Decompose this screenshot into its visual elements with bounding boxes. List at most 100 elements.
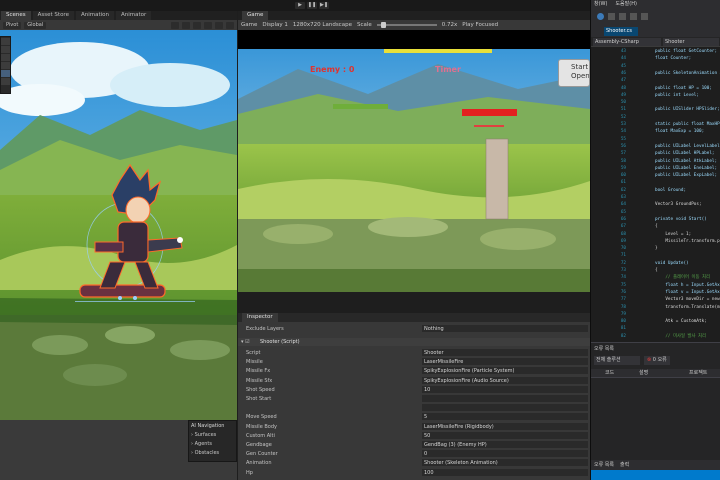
inspector-field-value[interactable]: 100 <box>422 468 588 476</box>
global-dropdown[interactable]: Global <box>24 21 47 29</box>
inspector-field-label: Missile Sfx <box>246 377 273 384</box>
inspector-field-value[interactable]: 5 <box>422 413 588 421</box>
scene-2d-toggle[interactable] <box>171 21 179 29</box>
col-description[interactable]: 설명 <box>639 369 648 378</box>
vs-save-icon[interactable] <box>608 13 615 20</box>
vs-class-dropdown[interactable]: Shooter <box>663 38 719 46</box>
exclude-layers-label: Exclude Layers <box>246 326 284 332</box>
tab-scenes[interactable]: Scenes <box>1 11 31 20</box>
inspector-field-value[interactable]: LaserMissileFire <box>422 358 588 366</box>
game-view[interactable]: Enemy : 0 Timer Start Open <box>238 30 590 292</box>
ai-nav-obstacles[interactable]: › Obstacles <box>191 449 234 458</box>
hand-tool-icon[interactable] <box>1 38 10 45</box>
resolution-dropdown[interactable]: 1280x720 Landscape <box>293 22 352 28</box>
inspector-field-row: Animation Shooter (Skeleton Animation) <box>238 459 590 467</box>
component-fold-icon[interactable]: ▾ ☑ <box>241 338 250 346</box>
col-code[interactable]: 코드 <box>605 369 614 378</box>
tab-inspector[interactable]: Inspector <box>242 313 278 322</box>
vs-saveall-icon[interactable] <box>619 13 626 20</box>
scene-camera-toggle[interactable] <box>215 21 223 29</box>
vs-undo-icon[interactable] <box>630 13 637 20</box>
inspector-field-row: Custom Alti 50 <box>238 431 590 440</box>
ai-nav-surfaces[interactable]: › Surfaces <box>191 431 234 440</box>
vs-document-tab-bar: Shooter.cs <box>591 26 720 37</box>
component-header[interactable]: ▾ ☑ Shooter (Script) <box>238 338 590 346</box>
scene-fx-toggle[interactable] <box>204 21 212 29</box>
pause-button[interactable]: ❚❚ <box>307 2 317 9</box>
vs-redo-icon[interactable] <box>641 13 648 20</box>
scope-dropdown[interactable]: 전체 솔루션 <box>594 356 640 365</box>
scene-view[interactable] <box>0 30 237 420</box>
scene-tool-strip <box>0 36 11 94</box>
ai-nav-agents[interactable]: › Agents <box>191 440 234 449</box>
scene-background <box>0 30 237 420</box>
tab-error-list[interactable]: 오류 목록 <box>594 460 614 470</box>
game-mode-dropdown[interactable]: Game <box>241 22 257 28</box>
rect-tool-icon[interactable] <box>1 70 10 77</box>
inspector-field-row: Move Speed 5 <box>238 413 590 421</box>
step-button[interactable]: ▶❚ <box>319 2 329 9</box>
play-focused-dropdown[interactable]: Play Focused <box>462 22 498 28</box>
code-line[interactable]: 82 // 미사일 발사 처리 <box>591 332 720 341</box>
component-title: Shooter (Script) <box>260 339 300 345</box>
game-toolbar: Game Display 1 1280x720 Landscape Scale … <box>238 20 590 30</box>
transform-tool-icon[interactable] <box>1 78 10 85</box>
scene-tab-bar: Scenes Asset Store Animation Animator <box>0 11 237 20</box>
inspector-field-value[interactable]: 50 <box>422 431 588 439</box>
gizmos-toggle[interactable] <box>226 21 234 29</box>
vs-navigation-bar: Assembly-CSharp Shooter <box>591 37 720 47</box>
inspector-field-value[interactable]: SpikyExplosionFire (Audio Source) <box>422 376 588 384</box>
tab-animator[interactable]: Animator <box>116 11 152 20</box>
vs-back-icon[interactable] <box>597 13 604 20</box>
vs-toolbar <box>591 9 720 26</box>
scene-toolbar: Pivot Global <box>0 20 237 30</box>
inspector-field-value[interactable]: GendBag (3) (Enemy HP) <box>422 441 588 448</box>
tab-game[interactable]: Game <box>242 11 269 20</box>
inspector-field-value[interactable]: SpikyExplosionFire (Particle System) <box>422 367 588 375</box>
rotate-tool-icon[interactable] <box>1 54 10 61</box>
move-tool-icon[interactable] <box>1 46 10 53</box>
scene-light-toggle[interactable] <box>182 21 190 29</box>
inspector-field-label: Gendbage <box>246 442 272 448</box>
game-canvas[interactable]: Enemy : 0 Timer Start Open <box>238 49 590 292</box>
tab-asset-store[interactable]: Asset Store <box>32 11 74 20</box>
scale-slider-thumb[interactable] <box>380 22 386 28</box>
pivot-dropdown[interactable]: Pivot <box>3 21 22 29</box>
inspector-field-value[interactable] <box>422 404 588 412</box>
exclude-layers-row: Exclude Layers Nothing <box>238 325 590 333</box>
exclude-layers-dropdown[interactable]: Nothing <box>422 325 588 332</box>
inspector-field-value[interactable]: 10 <box>422 385 588 393</box>
inspector-field-value[interactable]: 0 <box>422 450 588 458</box>
vs-error-list-panel: 오류 목록 전체 솔루션 ⊗ 0 오류 코드 설명 프로젝트 오류 목록 출력 <box>591 342 720 480</box>
vs-menu-window[interactable]: 창(W) <box>594 0 607 9</box>
tab-shooter-cs[interactable]: Shooter.cs <box>604 27 638 36</box>
ai-navigation-overlay: AI Navigation › Surfaces › Agents › Obst… <box>188 420 237 462</box>
inspector-field-value[interactable] <box>422 395 588 402</box>
start-button[interactable]: Start Open <box>558 59 590 87</box>
inspector-field-row: Shot Speed 10 <box>238 385 590 394</box>
vs-project-dropdown[interactable]: Assembly-CSharp <box>593 38 661 46</box>
inspector-field-value[interactable]: Shooter (Skeleton Animation) <box>422 459 588 467</box>
errors-filter-button[interactable]: ⊗ 0 오류 <box>644 356 670 365</box>
scale-slider[interactable] <box>376 22 437 28</box>
tab-animation[interactable]: Animation <box>75 11 115 20</box>
scale-tool-icon[interactable] <box>1 62 10 69</box>
play-button[interactable]: ▶ <box>295 2 305 9</box>
tab-output[interactable]: 출력 <box>620 460 629 470</box>
vs-menu-help[interactable]: 도움말(H) <box>615 0 636 9</box>
line-number: 82 <box>620 333 626 339</box>
col-project[interactable]: 프로젝트 <box>689 369 707 378</box>
display-dropdown[interactable]: Display 1 <box>262 22 288 28</box>
inspector-field-row: Hp 100 <box>238 468 590 477</box>
inspector-field-value[interactable]: LaserMissileFire (Rigidbody) <box>422 422 588 430</box>
inspector-field-label: Missile <box>246 359 263 366</box>
inspector-field-row: Missile Sfx SpikyExplosionFire (Audio Sou… <box>238 376 590 385</box>
inspector-field-label: Custom Alti <box>246 432 275 439</box>
scene-audio-toggle[interactable] <box>193 21 201 29</box>
game-tab-bar: Game <box>238 11 590 20</box>
inspector-field-label: Missile Body <box>246 423 277 430</box>
inspector-field-value[interactable]: Shooter <box>422 349 588 356</box>
inspector-field-label: Gen Counter <box>246 451 278 458</box>
vs-code-editor[interactable]: 43 public float GetCounter; 44 float Counte… <box>591 47 720 342</box>
inspector-field-label: Hp <box>246 469 253 476</box>
